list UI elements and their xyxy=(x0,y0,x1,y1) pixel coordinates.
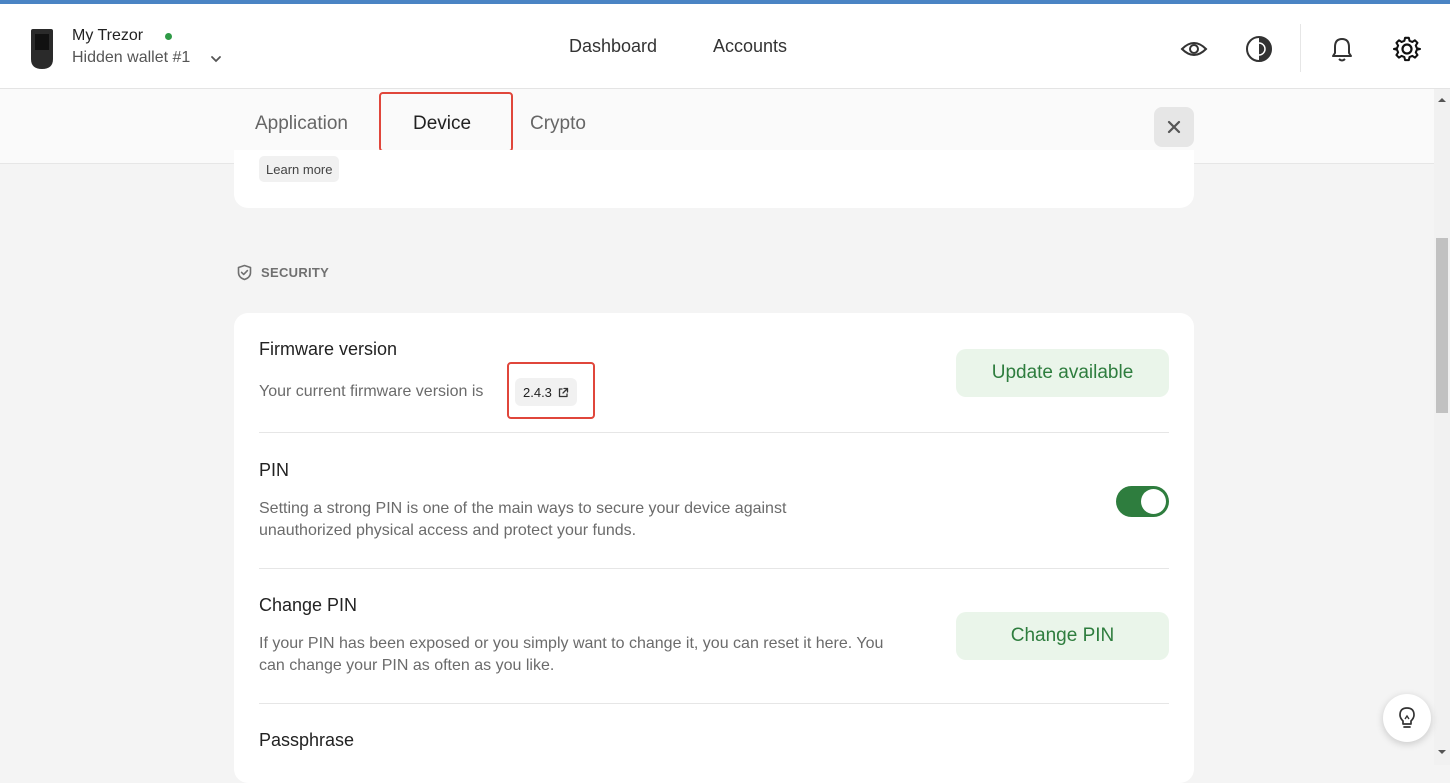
wallet-selector-label[interactable]: Hidden wallet #1 xyxy=(72,49,190,67)
firmware-version-description: Your current firmware version is xyxy=(259,383,484,400)
learn-more-button[interactable]: Learn more xyxy=(259,156,340,182)
row-divider xyxy=(259,432,1169,433)
previous-settings-card xyxy=(234,150,1194,208)
security-section-heading: SECURITY xyxy=(236,264,329,281)
app-header: My Trezor Hidden wallet #1 Dashboard Acc… xyxy=(0,4,1450,89)
theme-icon[interactable] xyxy=(1244,34,1274,64)
scroll-down-arrow-icon[interactable] xyxy=(1436,746,1448,758)
gear-icon[interactable] xyxy=(1392,34,1422,64)
change-pin-button[interactable]: Change PIN xyxy=(956,612,1169,660)
scrollbar-thumb[interactable] xyxy=(1436,238,1448,413)
change-pin-description: If your PIN has been exposed or you simp… xyxy=(259,635,884,674)
passphrase-title: Passphrase xyxy=(259,730,355,750)
firmware-version-highlight xyxy=(507,362,595,419)
scroll-up-arrow-icon[interactable] xyxy=(1436,94,1448,106)
row-divider xyxy=(259,568,1169,569)
tab-application[interactable]: Application xyxy=(255,113,348,135)
scrollbar-track[interactable] xyxy=(1434,89,1450,765)
pin-description: Setting a strong PIN is one of the main … xyxy=(259,500,787,539)
change-pin-title: Change PIN xyxy=(259,595,358,615)
close-icon xyxy=(1167,120,1181,134)
device-tab-highlight xyxy=(379,92,513,152)
bell-icon[interactable] xyxy=(1327,34,1357,64)
nav-dashboard[interactable]: Dashboard xyxy=(569,36,657,57)
device-name[interactable]: My Trezor xyxy=(72,27,143,45)
row-divider xyxy=(259,703,1169,704)
nav-accounts[interactable]: Accounts xyxy=(713,36,787,57)
lightbulb-icon xyxy=(1399,707,1415,728)
security-section-label: SECURITY xyxy=(261,265,330,280)
firmware-version-title: Firmware version xyxy=(259,339,398,359)
tab-crypto[interactable]: Crypto xyxy=(530,113,586,135)
close-settings-button[interactable] xyxy=(1154,107,1194,147)
help-button[interactable] xyxy=(1383,694,1431,742)
update-available-button[interactable]: Update available xyxy=(956,349,1169,397)
eye-icon[interactable] xyxy=(1179,34,1209,64)
trezor-device-icon[interactable] xyxy=(29,28,55,70)
header-divider xyxy=(1300,24,1301,72)
chevron-down-icon[interactable] xyxy=(209,52,223,66)
pin-title: PIN xyxy=(259,460,290,480)
connected-status-dot xyxy=(165,33,172,40)
pin-toggle-knob xyxy=(1141,489,1166,514)
shield-icon xyxy=(237,264,252,281)
